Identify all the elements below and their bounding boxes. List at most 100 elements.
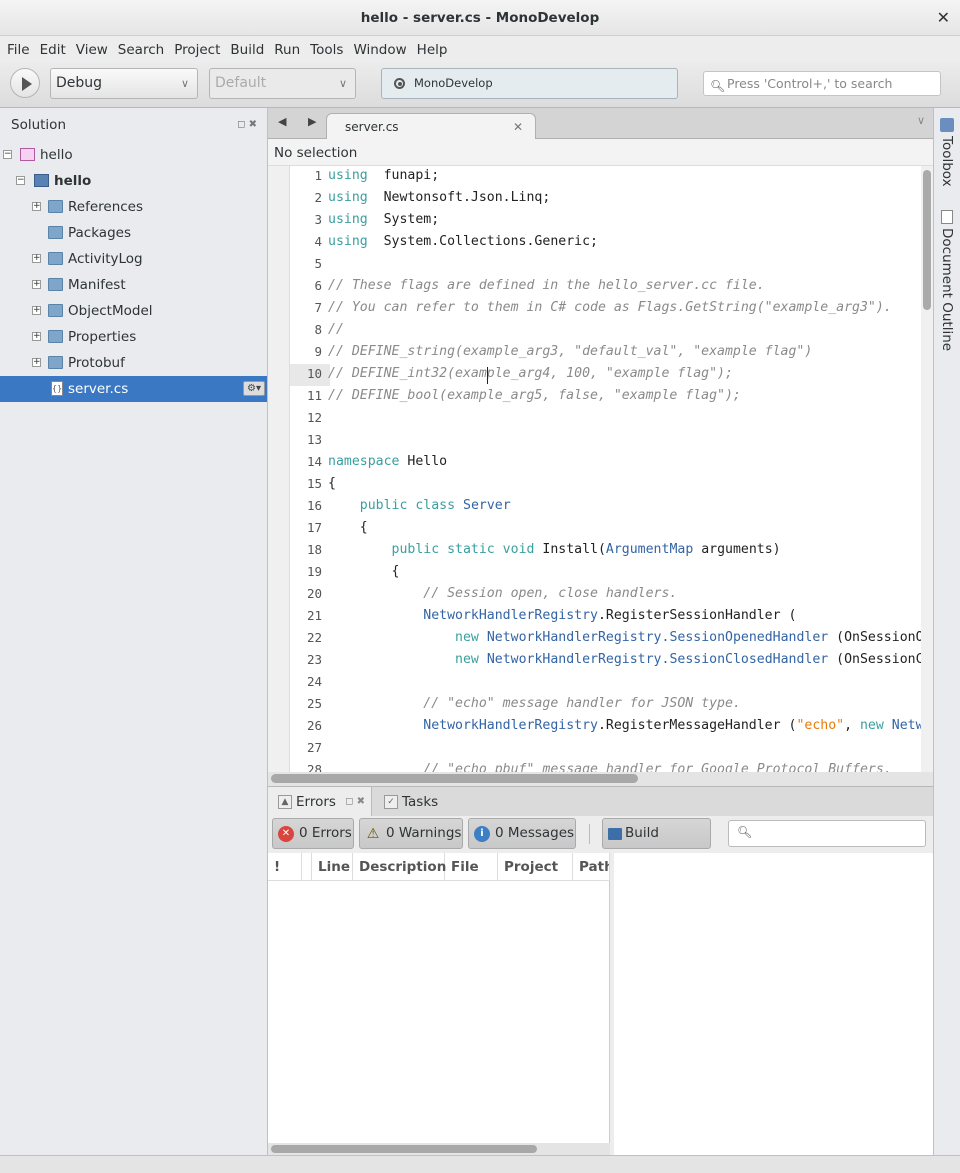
pad-document-outline[interactable]: Document Outline bbox=[939, 228, 955, 351]
tree-item[interactable]: + Properties bbox=[0, 324, 267, 350]
pad-controls[interactable]: ◻ ✖ bbox=[345, 787, 365, 817]
error-icon: ✕ bbox=[278, 826, 294, 842]
column-blank[interactable] bbox=[302, 853, 312, 881]
code-token: { bbox=[328, 476, 336, 491]
expander-icon[interactable]: − bbox=[16, 176, 25, 185]
expander-icon[interactable]: + bbox=[32, 254, 41, 263]
tree-item[interactable]: {} server.cs ⚙▾ bbox=[0, 376, 267, 402]
tab-list-dropdown[interactable]: ∨ bbox=[917, 114, 925, 127]
expander-icon[interactable]: + bbox=[32, 332, 41, 341]
menu-tools[interactable]: Tools bbox=[305, 36, 348, 62]
code-token: // These flags are defined in the hello_… bbox=[328, 278, 765, 293]
column-file[interactable]: File bbox=[445, 853, 498, 881]
tree-item[interactable]: − hello bbox=[0, 168, 267, 194]
tab-prev-button[interactable]: ◀ bbox=[278, 115, 286, 128]
menu-file[interactable]: File bbox=[2, 36, 35, 62]
error-list-scroll-thumb[interactable] bbox=[271, 1145, 537, 1153]
code-line: using System.Collections.Generic; bbox=[328, 231, 598, 253]
line-number: 21 bbox=[306, 608, 322, 623]
tree-item[interactable]: + ObjectModel bbox=[0, 298, 267, 324]
tree-item-label: Packages bbox=[68, 225, 131, 241]
tree-item-label: Manifest bbox=[68, 277, 126, 293]
menu-project[interactable]: Project bbox=[169, 36, 225, 62]
tree-item[interactable]: + Manifest bbox=[0, 272, 267, 298]
expander-icon[interactable]: + bbox=[32, 306, 41, 315]
folder-icon bbox=[48, 278, 63, 291]
pad-controls[interactable]: ◻ ✖ bbox=[237, 108, 257, 142]
tab-errors[interactable]: ▲ Errors ◻ ✖ bbox=[268, 787, 372, 817]
expander-icon[interactable]: + bbox=[32, 280, 41, 289]
configuration-select[interactable]: Debug ∨ bbox=[50, 68, 198, 99]
folder-icon bbox=[48, 200, 63, 213]
column-description[interactable]: Description bbox=[353, 853, 446, 881]
menu-run[interactable]: Run bbox=[269, 36, 305, 62]
toolbox-icon bbox=[940, 118, 954, 132]
code-line: { bbox=[328, 473, 336, 495]
gear-icon[interactable]: ⚙▾ bbox=[243, 381, 265, 396]
line-number: 25 bbox=[306, 696, 322, 711]
code-line: namespace Hello bbox=[328, 451, 447, 473]
code-token: namespace bbox=[328, 454, 400, 469]
menu-help[interactable]: Help bbox=[412, 36, 453, 62]
pad-toolbox[interactable]: Toolbox bbox=[939, 136, 955, 187]
expander-icon[interactable]: + bbox=[32, 358, 41, 367]
checkbox-icon: ✓ bbox=[384, 795, 398, 809]
platform-select[interactable]: Default ∨ bbox=[209, 68, 356, 99]
menu-search[interactable]: Search bbox=[113, 36, 169, 62]
close-window-button[interactable]: ✕ bbox=[937, 0, 950, 36]
tab-server-cs[interactable]: server.cs ✕ bbox=[326, 113, 536, 140]
messages-toggle[interactable]: i 0 Messages bbox=[468, 818, 576, 849]
column-path[interactable]: Path bbox=[573, 853, 610, 881]
code-token: new bbox=[859, 718, 884, 733]
tree-item[interactable]: + ActivityLog bbox=[0, 246, 267, 272]
code-line: // DEFINE_bool(example_arg5, false, "exa… bbox=[328, 385, 741, 407]
code-line: // You can refer to them in C# code as F… bbox=[328, 297, 892, 319]
code-line: { bbox=[328, 561, 400, 583]
menu-edit[interactable]: Edit bbox=[35, 36, 71, 62]
warnings-toggle[interactable]: ⚠ 0 Warnings bbox=[359, 818, 463, 849]
tab-next-button[interactable]: ▶ bbox=[308, 115, 316, 128]
editor-nav-bar[interactable]: No selection bbox=[268, 139, 933, 166]
column-severity[interactable]: ! bbox=[268, 853, 302, 881]
tab-tasks[interactable]: ✓ Tasks bbox=[374, 787, 438, 817]
code-token: NetworkHandlerRegistry.SessionOpenedHand… bbox=[486, 630, 829, 645]
terminal-icon bbox=[608, 828, 622, 840]
errors-toggle[interactable]: ✕ 0 Errors bbox=[272, 818, 354, 849]
code-token: using bbox=[328, 190, 368, 205]
code-line: NetworkHandlerRegistry.RegisterSessionHa… bbox=[328, 605, 796, 627]
line-number: 27 bbox=[306, 740, 322, 755]
column-project[interactable]: Project bbox=[498, 853, 573, 881]
expander-icon[interactable]: − bbox=[3, 150, 12, 159]
run-button[interactable] bbox=[10, 68, 40, 98]
messages-count: 0 Messages bbox=[495, 825, 575, 841]
tree-item-label: hello bbox=[40, 147, 73, 163]
tree-item[interactable]: − hello bbox=[0, 142, 267, 168]
code-token: funapi; bbox=[367, 168, 440, 183]
menu-view[interactable]: View bbox=[71, 36, 113, 62]
code-line: public static void Install(ArgumentMap a… bbox=[328, 539, 781, 561]
build-output-button[interactable]: Build Output bbox=[602, 818, 711, 870]
line-number: 26 bbox=[306, 718, 322, 733]
column-line[interactable]: Line bbox=[312, 853, 353, 881]
expander-icon[interactable]: + bbox=[32, 202, 41, 211]
code-token: new bbox=[455, 630, 479, 645]
code-line: // bbox=[328, 319, 344, 341]
menu-build[interactable]: Build bbox=[225, 36, 269, 62]
horizontal-scroll-thumb[interactable] bbox=[271, 774, 638, 783]
vertical-scroll-thumb[interactable] bbox=[923, 170, 931, 310]
search-icon: 🔍︎ bbox=[710, 79, 726, 93]
warning-icon: ⚠ bbox=[366, 826, 380, 842]
menu-window[interactable]: Window bbox=[348, 36, 411, 62]
global-search-input[interactable]: 🔍︎ Press 'Control+,' to search bbox=[703, 71, 941, 96]
tree-item[interactable]: + Protobuf bbox=[0, 350, 267, 376]
close-tab-icon[interactable]: ✕ bbox=[513, 114, 523, 140]
error-search-input[interactable]: 🔍︎ bbox=[728, 820, 926, 847]
code-editor[interactable]: 1 using funapi; 2 using Newtonsoft.Json.Lin… bbox=[268, 166, 933, 772]
tree-item[interactable]: + References bbox=[0, 194, 267, 220]
tree-item[interactable]: Packages bbox=[0, 220, 267, 246]
code-token: NetworkHandlerRegistry bbox=[423, 608, 598, 623]
